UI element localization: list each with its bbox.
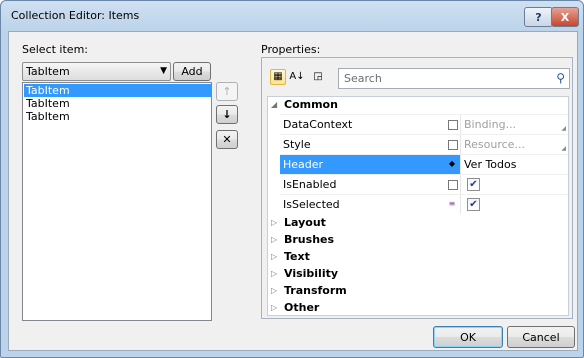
collection-editor-window: Collection Editor: Items ? X Select item… xyxy=(0,0,584,358)
category-label: Visibility xyxy=(284,267,339,280)
property-grid-panel: ▦ A↓ ◲ Search ⚲ ◢ Common DataContext Bin… xyxy=(261,57,573,319)
binding-marker-icon[interactable]: ≡ xyxy=(448,200,456,208)
isenabled-checkbox[interactable]: ✔ xyxy=(467,178,480,191)
isselected-checkbox[interactable]: ✔ xyxy=(467,198,480,211)
collapsed-triangle-icon: ▷ xyxy=(271,286,278,295)
category-label: Brushes xyxy=(284,233,335,246)
window-title: Collection Editor: Items xyxy=(11,9,140,22)
remove-icon: ✕ xyxy=(222,133,232,146)
item-type-combo[interactable]: TabItem ▼ xyxy=(22,62,171,81)
corner-triangle-icon: ◢ xyxy=(561,125,566,132)
arrow-up-icon: ↑ xyxy=(222,85,232,98)
property-value-cell[interactable]: Binding... ◢ xyxy=(460,115,568,134)
property-row-isenabled[interactable]: IsEnabled ✔ xyxy=(280,174,568,194)
search-placeholder: Search xyxy=(344,72,382,85)
property-value: Ver Todos xyxy=(464,158,517,171)
collapsed-triangle-icon: ▷ xyxy=(271,252,278,261)
category-label: Other xyxy=(284,301,320,314)
move-down-button[interactable]: ↓ xyxy=(216,105,238,124)
properties-label: Properties: xyxy=(261,43,321,56)
category-brushes[interactable]: ▷ Brushes xyxy=(268,232,568,248)
category-label: Common xyxy=(284,98,338,111)
sort-alphabetical-icon[interactable]: A↓ xyxy=(289,69,305,85)
collapsed-triangle-icon: ▷ xyxy=(271,303,278,312)
dialog-client-area: Select item: TabItem ▼ Add TabItem TabIt… xyxy=(8,31,578,351)
select-item-label: Select item: xyxy=(22,43,88,56)
add-button[interactable]: Add xyxy=(173,62,211,81)
property-name: DataContext xyxy=(283,118,353,131)
property-value: Binding... xyxy=(464,118,517,131)
category-transform[interactable]: ▷ Transform xyxy=(268,283,568,299)
expanded-triangle-icon: ◢ xyxy=(271,100,278,109)
close-button[interactable]: X xyxy=(551,7,579,27)
corner-triangle-icon: ◢ xyxy=(561,145,566,152)
category-other[interactable]: ▷ Other xyxy=(268,300,568,315)
property-value-cell[interactable]: Resource... ◢ xyxy=(460,135,568,154)
property-value-cell[interactable]: Ver Todos xyxy=(460,155,568,174)
move-up-button[interactable]: ↑ xyxy=(216,82,238,101)
category-layout[interactable]: ▷ Layout xyxy=(268,215,568,231)
arrow-down-icon: ↓ xyxy=(222,108,232,121)
category-visibility[interactable]: ▷ Visibility xyxy=(268,266,568,282)
title-bar: Collection Editor: Items ? X xyxy=(1,1,583,31)
category-label: Text xyxy=(284,250,310,263)
search-icon: ⚲ xyxy=(556,71,565,85)
property-marker-icon[interactable] xyxy=(448,140,458,150)
list-item[interactable]: TabItem xyxy=(24,84,212,97)
property-value: Resource... xyxy=(464,138,525,151)
property-name: IsEnabled xyxy=(283,178,337,191)
help-icon: ? xyxy=(535,10,542,24)
property-row-style[interactable]: Style Resource... ◢ xyxy=(280,134,568,154)
close-icon: X xyxy=(560,10,570,24)
list-item[interactable]: TabItem xyxy=(24,110,212,123)
property-value-cell: ✔ xyxy=(460,175,568,194)
property-marker-icon[interactable] xyxy=(448,120,458,130)
category-text[interactable]: ▷ Text xyxy=(268,249,568,265)
collapsed-triangle-icon: ▷ xyxy=(271,235,278,244)
categorized-view-icon[interactable]: ▦ xyxy=(270,69,286,85)
property-search-input[interactable]: Search ⚲ xyxy=(338,68,570,89)
category-label: Layout xyxy=(284,216,326,229)
property-name: IsSelected xyxy=(283,198,340,211)
property-row-datacontext[interactable]: DataContext Binding... ◢ xyxy=(280,114,568,134)
property-name: Style xyxy=(283,138,311,151)
chevron-down-icon: ▼ xyxy=(160,66,167,76)
property-grid: ◢ Common DataContext Binding... ◢ Style … xyxy=(267,96,569,316)
cancel-button[interactable]: Cancel xyxy=(507,326,575,348)
property-row-isselected[interactable]: IsSelected ≡ ✔ xyxy=(280,194,568,214)
item-type-value: TabItem xyxy=(26,65,70,78)
ok-button[interactable]: OK xyxy=(433,326,503,348)
property-filter-icon[interactable]: ◲ xyxy=(310,69,326,85)
help-button[interactable]: ? xyxy=(524,7,553,27)
remove-item-button[interactable]: ✕ xyxy=(216,130,238,149)
property-marker-icon[interactable] xyxy=(448,180,458,190)
category-label: Transform xyxy=(284,284,347,297)
property-name: Header xyxy=(280,155,445,174)
items-list[interactable]: TabItem TabItem TabItem xyxy=(22,82,212,321)
collapsed-triangle-icon: ▷ xyxy=(271,269,278,278)
property-value-cell: ✔ xyxy=(460,195,568,214)
collapsed-triangle-icon: ▷ xyxy=(271,218,278,227)
category-common[interactable]: ◢ Common xyxy=(268,97,568,113)
local-value-marker-icon[interactable]: ◆ xyxy=(448,160,456,168)
list-item[interactable]: TabItem xyxy=(24,97,212,110)
property-row-header[interactable]: Header ◆ Ver Todos xyxy=(280,154,568,174)
